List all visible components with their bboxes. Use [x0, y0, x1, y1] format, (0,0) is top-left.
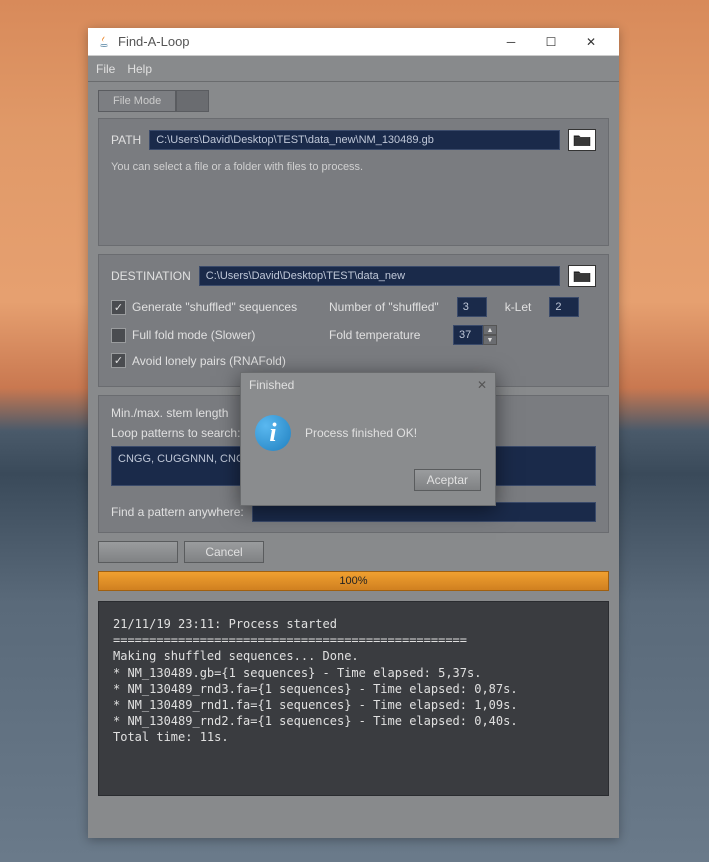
- destination-input[interactable]: [199, 266, 560, 286]
- path-label: PATH: [111, 133, 141, 147]
- window-title: Find-A-Loop: [118, 34, 491, 49]
- generate-shuffled-label: Generate "shuffled" sequences: [132, 300, 297, 314]
- console-output[interactable]: 21/11/19 23:11: Process started ========…: [98, 601, 609, 796]
- anywhere-label: Find a pattern anywhere:: [111, 505, 244, 519]
- dialog-message: Process finished OK!: [305, 426, 417, 440]
- menu-file[interactable]: File: [96, 62, 115, 76]
- destination-label: DESTINATION: [111, 269, 191, 283]
- path-browse-button[interactable]: [568, 129, 596, 151]
- dialog-title: Finished: [249, 378, 477, 392]
- number-shuffled-label: Number of "shuffled": [329, 300, 439, 314]
- maximize-button[interactable]: ☐: [531, 28, 571, 56]
- finished-dialog: Finished ✕ i Process finished OK! Acepta…: [240, 372, 496, 506]
- folder-icon: [573, 133, 591, 147]
- minimize-button[interactable]: ─: [491, 28, 531, 56]
- full-fold-checkbox[interactable]: [111, 328, 126, 343]
- generate-shuffled-checkbox[interactable]: ✓: [111, 300, 126, 315]
- number-shuffled-input[interactable]: [457, 297, 487, 317]
- fold-temp-down[interactable]: ▼: [483, 335, 497, 345]
- fold-temp-up[interactable]: ▲: [483, 325, 497, 335]
- dialog-titlebar[interactable]: Finished ✕: [241, 373, 495, 397]
- path-hint: You can select a file or a folder with f…: [111, 161, 596, 173]
- avoid-lonely-label: Avoid lonely pairs (RNAFold): [132, 354, 286, 368]
- folder-icon: [573, 269, 591, 283]
- path-input[interactable]: [149, 130, 560, 150]
- dialog-accept-button[interactable]: Aceptar: [414, 469, 481, 491]
- destination-browse-button[interactable]: [568, 265, 596, 287]
- cancel-button[interactable]: Cancel: [184, 541, 264, 563]
- tabs: File Mode: [98, 90, 609, 112]
- close-button[interactable]: ✕: [571, 28, 611, 56]
- tab-blank[interactable]: [176, 90, 209, 112]
- tab-file-mode[interactable]: File Mode: [98, 90, 176, 112]
- info-icon: i: [255, 415, 291, 451]
- avoid-lonely-checkbox[interactable]: ✓: [111, 353, 126, 368]
- klet-input[interactable]: [549, 297, 579, 317]
- progress-bar: 100%: [98, 571, 609, 591]
- menubar: File Help: [88, 56, 619, 82]
- klet-label: k-Let: [505, 300, 532, 314]
- full-fold-label: Full fold mode (Slower): [132, 328, 255, 342]
- dialog-close-button[interactable]: ✕: [477, 378, 487, 392]
- options-panel: DESTINATION ✓ Generate "shuffled" sequen…: [98, 254, 609, 387]
- progress-text: 100%: [339, 575, 367, 587]
- run-button[interactable]: [98, 541, 178, 563]
- titlebar[interactable]: Find-A-Loop ─ ☐ ✕: [88, 28, 619, 56]
- fold-temp-label: Fold temperature: [329, 328, 435, 342]
- java-icon: [96, 34, 112, 50]
- path-panel: PATH You can select a file or a folder w…: [98, 118, 609, 246]
- fold-temp-input[interactable]: [453, 325, 483, 345]
- menu-help[interactable]: Help: [127, 62, 152, 76]
